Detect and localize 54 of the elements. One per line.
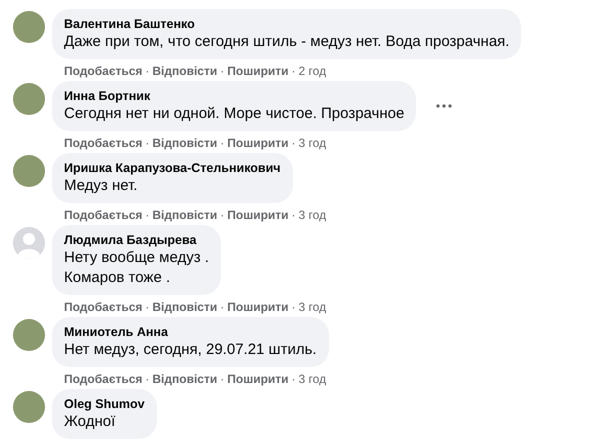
action-link[interactable]: Подобається [64,207,142,223]
action-link[interactable]: Подобається [64,299,142,315]
author-name[interactable]: Инна Бортник [64,88,404,104]
separator-dot: · [220,63,224,79]
separator-dot: · [145,299,150,315]
action-link[interactable]: Відповісти [152,371,218,387]
comment-text: Даже при том, что сегодня штиль - медуз нет. Вода прозрачная. [64,32,510,52]
action-link[interactable]: Поширити [227,63,289,79]
comment-text: Комаров тоже . [64,268,172,288]
avatar-photo[interactable] [13,391,45,423]
separator-dot: · [145,207,150,223]
action-link[interactable]: Відповісти [152,63,218,79]
author-name[interactable]: Валентина Баштенко [64,16,510,32]
action-link[interactable]: Поширити [227,207,289,223]
comment-text: Сегодня нет ни одной. Море чистое. Прозрачное [64,104,404,124]
avatar-photo[interactable] [13,319,45,351]
comment-text: Нет медуз, сегодня, 29.07.21 штиль. [64,340,317,360]
author-name[interactable]: Иришка Карапузова-Стельникович [64,160,281,176]
action-link[interactable]: Подобається [64,371,142,387]
timestamp[interactable]: 2 год [298,63,326,79]
timestamp[interactable]: 3 год [298,371,326,387]
separator-dot: · [292,63,296,79]
separator-dot: · [220,299,224,315]
separator-dot: · [292,207,296,223]
avatar-photo[interactable] [13,11,45,43]
comment-text: Нету вообще медуз . [64,248,209,268]
separator-dot: · [145,135,150,151]
action-link[interactable]: Відповісти [152,135,218,151]
more-icon[interactable] [436,104,452,108]
action-link[interactable]: Подобається [64,135,142,151]
action-link[interactable]: Подобається [64,63,142,79]
separator-dot: · [292,135,296,151]
timestamp[interactable]: 3 год [298,207,326,223]
timestamp[interactable]: 3 год [298,135,326,151]
action-link[interactable]: Відповісти [152,207,218,223]
author-name[interactable]: Oleg Shumov [64,396,145,412]
action-link[interactable]: Відповісти [152,299,218,315]
separator-dot: · [145,63,150,79]
comment-text: Медуз нет. [64,176,138,196]
action-link[interactable]: Поширити [227,371,289,387]
separator-dot: · [145,371,150,387]
separator-dot: · [292,299,296,315]
action-link[interactable]: Поширити [227,299,289,315]
avatar-photo[interactable] [13,83,45,115]
separator-dot: · [220,135,224,151]
avatar-photo[interactable] [13,155,45,187]
comment-text: Жодної [64,412,116,432]
action-link[interactable]: Поширити [227,135,289,151]
timestamp[interactable]: 3 год [298,299,326,315]
separator-dot: · [220,371,224,387]
separator-dot: · [220,207,224,223]
author-name[interactable]: Миниотель Анна [64,324,317,340]
separator-dot: · [292,371,296,387]
author-name[interactable]: Людмила Баздырева [64,232,209,248]
